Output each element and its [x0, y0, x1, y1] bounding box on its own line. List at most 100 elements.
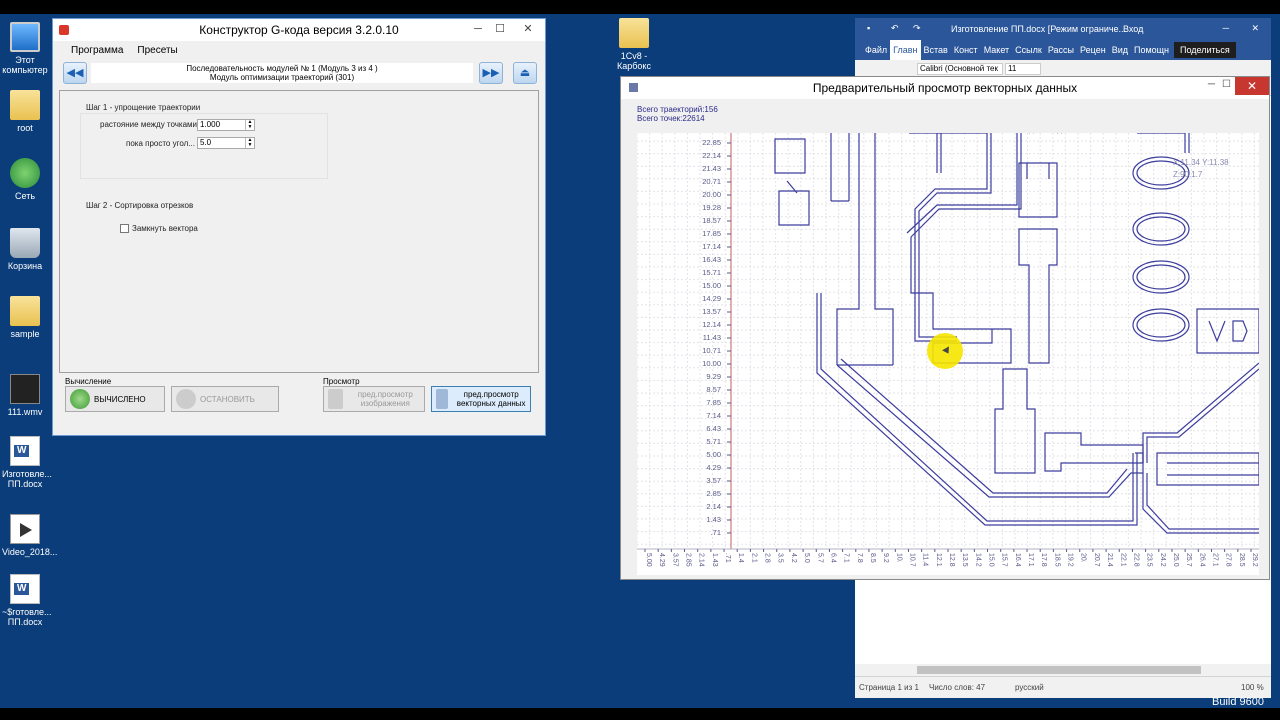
- close-icon[interactable]: ✕: [1251, 23, 1259, 34]
- spinner-arrows-icon[interactable]: ▲ ▼: [245, 120, 254, 130]
- y-tick-label: 5.00: [706, 450, 721, 459]
- y-tick-label: 17.14: [702, 242, 721, 251]
- tab-review[interactable]: Рецен: [1077, 45, 1109, 55]
- tab-references[interactable]: Ссылк: [1012, 45, 1045, 55]
- desktop-icon-sample[interactable]: sample: [2, 296, 48, 339]
- y-tick-label: 17.85: [702, 229, 721, 238]
- share-button[interactable]: Поделиться: [1174, 42, 1236, 58]
- trace-path: [1196, 308, 1259, 354]
- x-tick-label: 17.8: [1040, 553, 1047, 567]
- desktop-icon-label: sample: [10, 329, 40, 339]
- x-tick-label: 2.14: [698, 553, 705, 567]
- minimize-icon[interactable]: ─: [467, 19, 489, 39]
- redo-icon[interactable]: ↷: [913, 23, 921, 34]
- word-icon: [10, 436, 40, 466]
- spinner-arrows-icon[interactable]: ▲ ▼: [245, 138, 254, 148]
- menu-presets[interactable]: Пресеты: [137, 45, 177, 56]
- desktop-icon-root[interactable]: root: [2, 90, 48, 133]
- minimize-icon[interactable]: ─: [1223, 23, 1229, 33]
- y-tick-label: 8.57: [706, 385, 721, 394]
- save-icon[interactable]: ▪: [867, 23, 870, 33]
- total-points: Всего точек:22614: [637, 114, 705, 123]
- font-size-box[interactable]: 11: [1005, 63, 1041, 75]
- desktop-icon-this-pc[interactable]: Этот компьютер: [2, 22, 48, 75]
- x-tick-label: 22.1: [1119, 553, 1126, 567]
- horizontal-scrollbar[interactable]: [855, 664, 1271, 676]
- tab-design[interactable]: Конст: [951, 45, 981, 55]
- tab-help[interactable]: Помощн: [1131, 45, 1172, 55]
- undo-icon[interactable]: ↶: [891, 23, 899, 34]
- login-link[interactable]: Вход: [1123, 24, 1143, 34]
- x-tick-label: 12.1: [935, 553, 942, 567]
- x-tick-label: 16.4: [1014, 553, 1021, 567]
- x-tick-label: 5.0: [803, 553, 810, 563]
- trace-path: [1137, 133, 1190, 153]
- x-tick-label: 27.8: [1225, 553, 1232, 567]
- close-vectors-checkbox[interactable]: [120, 224, 129, 233]
- preview-image-label: пред.просмотр изображения: [357, 390, 413, 408]
- tab-layout[interactable]: Макет: [981, 45, 1012, 55]
- dist-value: 1.000: [200, 120, 221, 129]
- status-words: Число слов: 47: [929, 683, 986, 692]
- y-tick-label: 7.14: [706, 411, 721, 420]
- tab-file[interactable]: Файл: [855, 45, 890, 55]
- x-tick-label: 20.: [1080, 553, 1087, 563]
- x-tick-label: 2.1: [750, 553, 757, 563]
- desktop-icon-network[interactable]: Сеть: [2, 158, 48, 201]
- menu-program[interactable]: Программа: [71, 45, 123, 56]
- y-tick-label: 15.00: [702, 281, 721, 290]
- x-tick-label: 14.2: [974, 553, 981, 567]
- dist-spinner[interactable]: 1.000 ▲ ▼: [197, 119, 255, 131]
- eject-button[interactable]: ⏏: [513, 62, 537, 84]
- y-tick-label: 22.14: [702, 151, 721, 160]
- tab-view[interactable]: Вид: [1109, 45, 1131, 55]
- tab-home[interactable]: Главн: [890, 40, 921, 60]
- desktop-icon-label: Video_2018...: [2, 547, 58, 557]
- word-title: Изготовление ПП.docx [Режим ограниче...: [951, 24, 1127, 34]
- desktop-icon-recycle-bin[interactable]: Корзина: [2, 228, 48, 271]
- desktop-icon-label: 1Cv8 - Карбокс: [617, 51, 651, 71]
- y-tick-label: 16.43: [702, 255, 721, 264]
- font-name-box[interactable]: Calibri (Основной тек: [917, 63, 1003, 75]
- desktop-icon-video-2018[interactable]: Video_2018...: [2, 514, 58, 557]
- y-tick-label: 20.00: [702, 190, 721, 199]
- y-tick-label: 2.14: [706, 502, 721, 511]
- scroll-thumb[interactable]: [917, 666, 1201, 674]
- preview-section-label: Просмотр: [323, 377, 360, 386]
- maximize-icon[interactable]: ☐: [1222, 79, 1231, 90]
- image-icon: [328, 389, 343, 409]
- preview-titlebar[interactable]: Предварительный просмотр векторных данны…: [621, 77, 1269, 99]
- desktop-icon-doc[interactable]: Изготовле... ПП.docx: [2, 436, 52, 489]
- gcode-menubar: Программа Пресеты: [53, 41, 545, 59]
- stop-button[interactable]: ОСТАНОВИТЬ: [171, 386, 279, 412]
- step2-title: Шаг 2 - Сортировка отрезков: [86, 201, 194, 210]
- maximize-icon[interactable]: ☐: [489, 19, 511, 39]
- calc-button[interactable]: ВЫЧИСЛЕНО: [65, 386, 165, 412]
- close-icon[interactable]: ✕: [1235, 77, 1269, 95]
- x-tick-label: 25.0: [1172, 553, 1179, 567]
- desktop-icon-label: Корзина: [7, 261, 43, 271]
- next-module-button[interactable]: ▶▶: [479, 62, 503, 84]
- preview-vector-button[interactable]: пред.просмотр векторных данных: [431, 386, 531, 412]
- vector-plot[interactable]: 22.85 22.14 21.43 20.71 20.00 19.28 18.57 17.85…: [637, 133, 1259, 575]
- x-tick-label: 15.7: [1001, 553, 1008, 567]
- minimize-icon[interactable]: ─: [1208, 79, 1215, 90]
- x-tick-label: 8.5: [869, 553, 876, 563]
- angle-spinner[interactable]: 5.0 ▲ ▼: [197, 137, 255, 149]
- close-icon[interactable]: ✕: [511, 19, 545, 39]
- mouse-cursor-highlight: [927, 333, 963, 369]
- y-tick-label: 6.43: [706, 424, 721, 433]
- tab-insert[interactable]: Встав: [921, 45, 951, 55]
- desktop-icon-tmp-doc[interactable]: ~$готовле... ПП.docx: [2, 574, 52, 627]
- preview-image-button[interactable]: пред.просмотр изображения: [323, 386, 425, 412]
- desktop-icon-111-wmv[interactable]: 111.wmv: [2, 374, 48, 417]
- desktop-icon-1c[interactable]: 1Cv8 - Карбокс: [612, 18, 656, 71]
- x-tick-label: 4.2: [790, 553, 797, 563]
- zoom-level[interactable]: 100 %: [1241, 683, 1264, 692]
- prev-module-button[interactable]: ◀◀: [63, 62, 87, 84]
- word-titlebar[interactable]: ▪ ↶ ↷ Изготовление ПП.docx [Режим ограни…: [855, 18, 1271, 40]
- tab-mailings[interactable]: Рассы: [1045, 45, 1077, 55]
- folder-icon: [10, 90, 40, 120]
- gcode-titlebar[interactable]: Конструктор G-кода версия 3.2.0.10 ─ ☐ ✕: [53, 19, 545, 41]
- x-tick-label: 13.5: [961, 553, 968, 567]
